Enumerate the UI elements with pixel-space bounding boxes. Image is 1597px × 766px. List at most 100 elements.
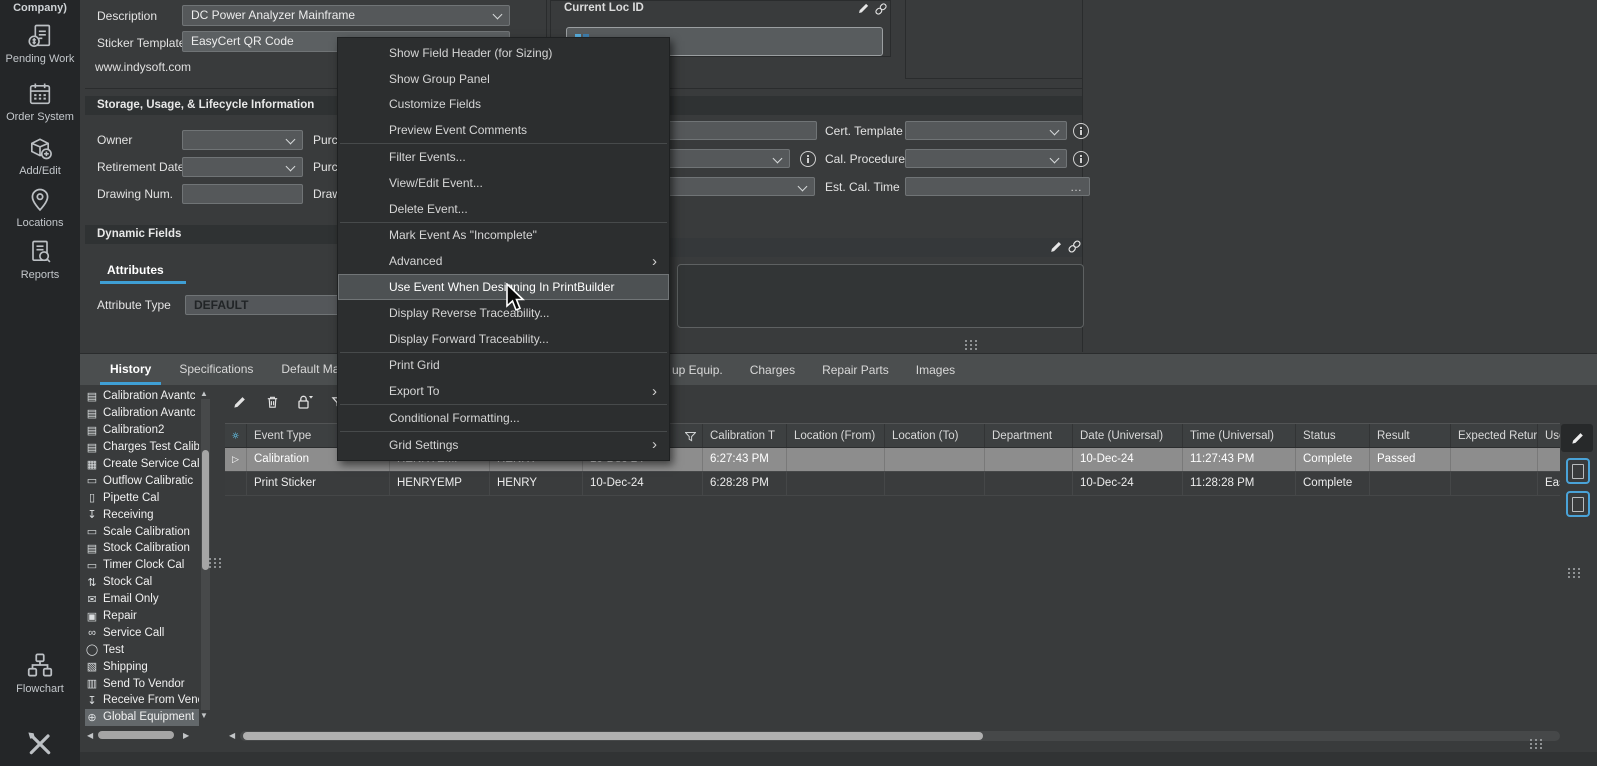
- link-icon[interactable]: [1066, 239, 1082, 254]
- splitter-grip[interactable]: [1568, 568, 1570, 570]
- column-header-department[interactable]: Department: [985, 424, 1073, 447]
- event-type-list-item[interactable]: ▣ Repair: [85, 608, 199, 625]
- context-menu-item[interactable]: Filter Events...: [338, 144, 669, 170]
- tab[interactable]: up Equip.: [672, 363, 723, 377]
- cal-procedure-dropdown[interactable]: [905, 149, 1067, 168]
- splitter-grip[interactable]: [209, 558, 211, 560]
- context-menu-item[interactable]: Use Event When Designing In PrintBuilder: [338, 274, 669, 300]
- blue-action-button-1[interactable]: [1566, 458, 1590, 484]
- context-menu-item[interactable]: Print Grid: [338, 353, 669, 379]
- info-icon[interactable]: [1073, 123, 1089, 139]
- context-menu-item[interactable]: Display Reverse Traceability...: [338, 300, 669, 326]
- event-type-list-item[interactable]: ▤ Stock Calibration: [85, 540, 199, 557]
- retirement-date-dropdown[interactable]: [182, 157, 303, 177]
- context-menu-item[interactable]: Grid Settings ›: [338, 432, 669, 458]
- tab[interactable]: History: [96, 354, 165, 385]
- event-type-list-item[interactable]: ▤ Charges Test Calib: [85, 439, 199, 456]
- column-header-result[interactable]: Result: [1370, 424, 1451, 447]
- list-scroll-down[interactable]: ▼: [200, 711, 208, 721]
- context-menu-item[interactable]: Preview Event Comments: [338, 117, 669, 143]
- edit-pencil-icon[interactable]: [228, 392, 250, 412]
- context-menu-item[interactable]: Customize Fields: [338, 92, 669, 118]
- tab[interactable]: Specifications: [165, 354, 267, 385]
- edit-pencil-button[interactable]: [1561, 424, 1593, 452]
- column-header-location-to-[interactable]: Location (To): [885, 424, 985, 447]
- list-scrollbar-thumb[interactable]: [202, 450, 209, 570]
- grid-scrollbar-thumb[interactable]: [243, 732, 983, 740]
- sidebar-item-pending-work[interactable]: Pending Work: [0, 22, 80, 65]
- context-menu-item[interactable]: Show Group Panel: [338, 66, 669, 92]
- list-h-scrollbar-thumb[interactable]: [98, 731, 174, 739]
- context-menu-item[interactable]: Conditional Formatting...: [338, 405, 669, 431]
- event-type-list-item[interactable]: ▥ Send To Vendor: [85, 675, 199, 692]
- tab[interactable]: Images: [916, 363, 955, 377]
- event-type-list-item[interactable]: ✉ Email Only: [85, 591, 199, 608]
- sidebar-item-flowchart[interactable]: Flowchart: [0, 650, 80, 695]
- info-icon[interactable]: [800, 151, 816, 167]
- event-type-list-item[interactable]: ▭ Scale Calibration: [85, 523, 199, 540]
- description-dropdown[interactable]: DC Power Analyzer Mainframe: [182, 5, 510, 26]
- event-type-list-item[interactable]: ↧ Receiving: [85, 506, 199, 523]
- row-expander-icon[interactable]: ▷: [225, 448, 247, 471]
- grid-cell: [225, 472, 247, 495]
- event-type-list-item[interactable]: ▧ Shipping: [85, 658, 199, 675]
- sidebar-item-tools[interactable]: [0, 728, 80, 760]
- splitter-grip[interactable]: [965, 340, 967, 342]
- info-icon[interactable]: [1073, 151, 1089, 167]
- owner-dropdown[interactable]: [182, 130, 303, 150]
- column-header-location-from-[interactable]: Location (From): [787, 424, 885, 447]
- event-type-icon: ↧: [85, 694, 99, 707]
- event-type-list-item[interactable]: ⇅ Stock Cal: [85, 574, 199, 591]
- context-menu-item[interactable]: Delete Event...: [338, 196, 669, 222]
- context-menu-item[interactable]: Mark Event As "Incomplete": [338, 223, 669, 249]
- grid-row[interactable]: Print StickerHENRYEMPHENRY10-Dec-246:28:…: [225, 472, 1560, 496]
- event-type-list-item[interactable]: ▭ Outflow Calibratic: [85, 472, 199, 489]
- event-type-list-item[interactable]: ▯ Pipette Cal: [85, 489, 199, 506]
- column-header-date-universal-[interactable]: Date (Universal): [1073, 424, 1183, 447]
- context-menu-item[interactable]: Display Forward Traceability...: [338, 326, 669, 352]
- event-type-list-item[interactable]: ∞ Service Call: [85, 624, 199, 641]
- grid-scroll-left[interactable]: ◀: [229, 731, 235, 741]
- event-type-list-item[interactable]: ▤ Calibration Avantc: [85, 388, 199, 405]
- sidebar-item-add-edit[interactable]: Add/Edit: [0, 134, 80, 177]
- ellipsis-button[interactable]: …: [1070, 178, 1082, 196]
- event-type-list-item[interactable]: ▭ Timer Clock Cal: [85, 557, 199, 574]
- column-header-calibration-t[interactable]: Calibration T: [703, 424, 787, 447]
- tab[interactable]: Repair Parts: [822, 363, 889, 377]
- website-link[interactable]: www.indysoft.com: [95, 60, 191, 74]
- sidebar-item-reports[interactable]: Reports: [0, 238, 80, 281]
- column-header-user[interactable]: User: [1538, 424, 1560, 447]
- context-menu-item[interactable]: View/Edit Event...: [338, 170, 669, 196]
- drawing-num-input[interactable]: [182, 184, 303, 204]
- sidebar-item-order-system[interactable]: Order System: [0, 80, 80, 123]
- event-type-list-item[interactable]: ↧ Receive From Venc: [85, 692, 199, 709]
- cert-template-dropdown[interactable]: [905, 121, 1067, 140]
- blue-action-button-2[interactable]: [1566, 491, 1590, 517]
- context-menu-item[interactable]: Advanced ›: [338, 248, 669, 274]
- lock-dropdown-icon[interactable]: [294, 392, 316, 412]
- event-type-list-item[interactable]: ▤ Calibration Avantc: [85, 405, 199, 422]
- event-type-list-item[interactable]: ⊕ Global Equipment: [85, 709, 199, 726]
- splitter-grip[interactable]: [1530, 739, 1532, 741]
- column-header-time-universal-[interactable]: Time (Universal): [1183, 424, 1296, 447]
- list-scroll-left[interactable]: ◀: [87, 731, 93, 741]
- tab-attributes[interactable]: Attributes: [107, 263, 164, 277]
- event-type-list-item[interactable]: ◯ Test: [85, 641, 199, 658]
- column-header-status[interactable]: Status: [1296, 424, 1370, 447]
- context-menu-item[interactable]: Show Field Header (for Sizing): [338, 40, 669, 66]
- sidebar-item-locations[interactable]: Locations: [0, 186, 80, 229]
- context-menu-item[interactable]: Export To ›: [338, 378, 669, 404]
- event-type-list-item[interactable]: ▤ Calibration2: [85, 422, 199, 439]
- tab[interactable]: Charges: [750, 363, 795, 377]
- notes-textarea[interactable]: [677, 264, 1084, 328]
- list-scroll-right[interactable]: ▶: [183, 731, 189, 741]
- event-type-list-item[interactable]: ▦ Create Service Call: [85, 456, 199, 473]
- est-cal-time-input[interactable]: …: [905, 177, 1090, 196]
- edit-pencil-icon[interactable]: [856, 2, 871, 15]
- column-header[interactable]: [225, 424, 247, 447]
- delete-trash-icon[interactable]: [261, 392, 283, 412]
- link-icon[interactable]: [873, 2, 888, 15]
- list-scroll-up[interactable]: ▲: [200, 389, 208, 399]
- edit-pencil-icon[interactable]: [1048, 239, 1064, 254]
- column-header-expected-retur[interactable]: Expected Retur: [1451, 424, 1538, 447]
